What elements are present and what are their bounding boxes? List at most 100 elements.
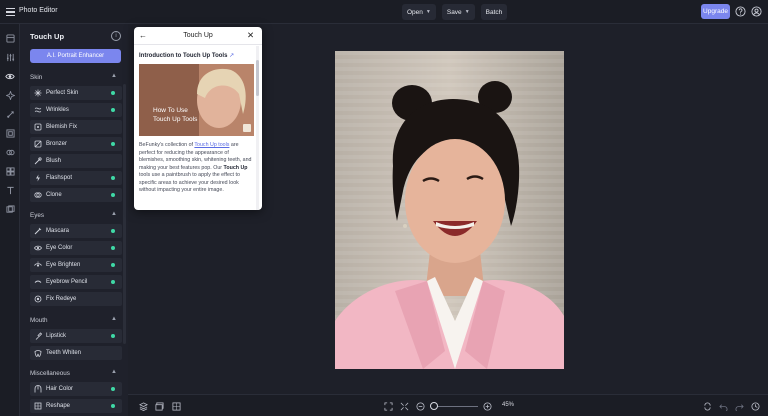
tool-eyebrow-pencil[interactable]: Eyebrow Pencil bbox=[30, 275, 122, 289]
effects-category-icon[interactable] bbox=[4, 89, 16, 101]
active-dot bbox=[111, 387, 115, 391]
image-manager-icon[interactable] bbox=[154, 401, 164, 411]
chevron-up-icon: ▲ bbox=[111, 211, 117, 217]
redeye-icon bbox=[34, 295, 42, 303]
hamburger-menu-icon[interactable] bbox=[6, 5, 18, 19]
zoom-in-icon[interactable] bbox=[482, 401, 492, 411]
tool-lipstick[interactable]: Lipstick bbox=[30, 329, 122, 343]
tool-hair-color[interactable]: Hair Color bbox=[30, 382, 122, 396]
tool-label: Wrinkles bbox=[46, 107, 69, 113]
tool-fix-redeye[interactable]: Fix Redeye bbox=[30, 292, 122, 306]
zoom-level: 45% bbox=[502, 402, 515, 408]
tool-category-rail bbox=[0, 24, 20, 416]
batch-button[interactable]: Batch bbox=[480, 4, 508, 20]
section-mouth[interactable]: Mouth ▲ bbox=[20, 312, 128, 328]
account-icon[interactable] bbox=[750, 5, 762, 17]
tool-label: Fix Redeye bbox=[46, 296, 77, 302]
active-dot bbox=[111, 176, 115, 180]
touch-up-panel: Touch Up i A.I. Portrait Enhancer Skin ▲… bbox=[20, 24, 128, 416]
layers-icon[interactable] bbox=[138, 401, 148, 411]
tool-eye-brighten[interactable]: Eye Brighten bbox=[30, 258, 122, 272]
popup-subtitle-text: Introduction to Touch Up Tools bbox=[139, 53, 228, 59]
zoom-slider-knob[interactable] bbox=[430, 402, 438, 410]
history-clock-icon[interactable] bbox=[750, 401, 760, 411]
tool-blush[interactable]: Blush bbox=[30, 154, 122, 168]
chevron-down-icon: ▼ bbox=[425, 9, 431, 15]
text-category-icon[interactable] bbox=[4, 184, 16, 196]
tool-label: Eye Color bbox=[46, 245, 73, 251]
tool-mascara[interactable]: Mascara bbox=[30, 224, 122, 238]
upgrade-button[interactable]: Upgrade bbox=[701, 4, 730, 19]
active-dot bbox=[111, 91, 115, 95]
graphics-category-icon[interactable] bbox=[4, 165, 16, 177]
ai-portrait-enhancer-button[interactable]: A.I. Portrait Enhancer bbox=[30, 49, 121, 63]
body-text-3: tools use a paintbrush to apply the effe… bbox=[139, 172, 240, 193]
save-label: Save bbox=[446, 8, 462, 16]
save-button[interactable]: Save ▼ bbox=[441, 4, 475, 20]
tool-label: Blush bbox=[46, 158, 62, 164]
chevron-up-icon: ▲ bbox=[111, 316, 117, 322]
lipstick-icon bbox=[34, 332, 42, 340]
overlays-category-icon[interactable] bbox=[4, 146, 16, 158]
top-bar: Photo Editor Open ▼ Save ▼ Batch Upgrade bbox=[0, 0, 768, 24]
tool-clone[interactable]: Clone bbox=[30, 188, 122, 202]
photo-editor-window: Photo Editor Open ▼ Save ▼ Batch Upgrade bbox=[0, 0, 768, 416]
eyebrow-pencil-icon bbox=[34, 278, 42, 286]
body-bold: Touch Up bbox=[223, 164, 248, 171]
tool-label: Eye Brighten bbox=[46, 262, 81, 268]
section-eyes[interactable]: Eyes ▲ bbox=[20, 207, 128, 223]
frames-category-icon[interactable] bbox=[4, 127, 16, 139]
edit-category-icon[interactable] bbox=[4, 32, 16, 44]
active-dot bbox=[111, 246, 115, 250]
active-dot bbox=[111, 108, 115, 112]
eye-color-icon bbox=[34, 244, 42, 252]
thumb-caption-line1: How To Use bbox=[153, 107, 188, 114]
thumb-caption-line2: Touch Up Tools bbox=[153, 116, 198, 123]
tool-label: Bronzer bbox=[46, 141, 68, 147]
eye-brighten-icon bbox=[34, 261, 42, 269]
tool-teeth-whiten[interactable]: Teeth Whiten bbox=[30, 346, 122, 360]
tool-wrinkles[interactable]: Wrinkles bbox=[30, 103, 122, 117]
touch-up-category-icon[interactable] bbox=[4, 70, 16, 82]
close-icon[interactable]: ✕ bbox=[247, 30, 254, 41]
redo-icon[interactable] bbox=[734, 401, 744, 411]
file-actions: Open ▼ Save ▼ Batch bbox=[402, 4, 508, 20]
tool-label: Hair Color bbox=[46, 386, 74, 392]
portrait-photo[interactable] bbox=[335, 51, 564, 369]
zoom-out-icon[interactable] bbox=[415, 401, 425, 411]
tool-reshape[interactable]: Reshape bbox=[30, 399, 122, 413]
popup-subtitle[interactable]: Introduction to Touch Up Tools ↗ bbox=[139, 52, 234, 59]
tool-label: Mascara bbox=[46, 228, 70, 234]
touch-up-tools-link[interactable]: Touch Up tools bbox=[194, 142, 229, 148]
panel-scrollbar[interactable] bbox=[123, 84, 126, 344]
section-skin[interactable]: Skin ▲ bbox=[20, 69, 128, 85]
artsy-category-icon[interactable] bbox=[4, 108, 16, 120]
help-icon[interactable] bbox=[734, 5, 746, 17]
tool-blemish-fix[interactable]: Blemish Fix bbox=[30, 120, 122, 134]
active-dot bbox=[111, 404, 115, 408]
clone-icon bbox=[34, 191, 42, 199]
section-label: Skin bbox=[30, 74, 43, 81]
tool-eye-color[interactable]: Eye Color bbox=[30, 241, 122, 255]
actual-size-icon[interactable] bbox=[399, 401, 409, 411]
fit-to-screen-icon[interactable] bbox=[383, 401, 393, 411]
textures-category-icon[interactable] bbox=[4, 203, 16, 215]
section-miscellaneous[interactable]: Miscellaneous ▲ bbox=[20, 365, 128, 381]
info-icon[interactable]: i bbox=[111, 31, 121, 41]
popup-body: BeFunky's collection of Touch Up tools a… bbox=[139, 142, 253, 195]
adjust-category-icon[interactable] bbox=[4, 51, 16, 63]
open-button[interactable]: Open ▼ bbox=[402, 4, 436, 20]
compare-icon[interactable] bbox=[702, 401, 712, 411]
popup-scrollbar[interactable] bbox=[256, 46, 259, 210]
active-dot bbox=[111, 334, 115, 338]
blemish-icon bbox=[34, 123, 42, 131]
blush-icon bbox=[34, 157, 42, 165]
tutorial-thumbnail[interactable]: How To Use Touch Up Tools bbox=[139, 64, 254, 136]
batch-label: Batch bbox=[485, 8, 503, 16]
history-icon[interactable] bbox=[171, 401, 181, 411]
tool-perfect-skin[interactable]: Perfect Skin bbox=[30, 86, 122, 100]
undo-icon[interactable] bbox=[718, 401, 728, 411]
tool-bronzer[interactable]: Bronzer bbox=[30, 137, 122, 151]
tool-flashspot[interactable]: Flashspot bbox=[30, 171, 122, 185]
tool-label: Perfect Skin bbox=[46, 90, 79, 96]
